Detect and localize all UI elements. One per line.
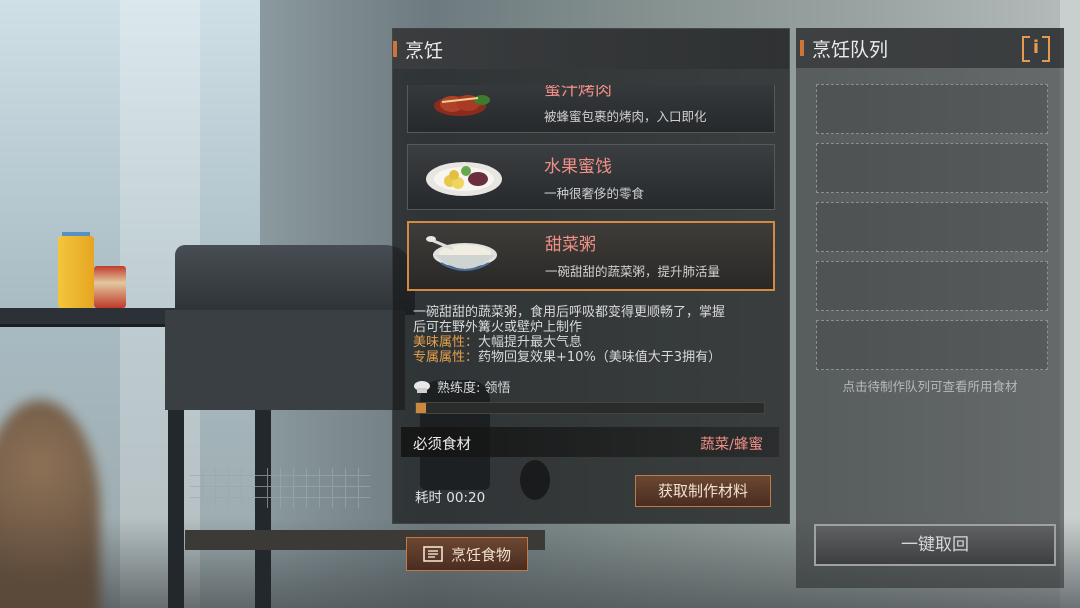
cooking-queue-panel: 烹饪队列 i 点击待制作队列可查看所用食材 一键取回	[796, 28, 1064, 588]
cooking-panel-title: 烹饪	[405, 40, 444, 62]
taste-attribute: 美味属性：大幅提升最大气息	[413, 335, 773, 350]
recipe-name: 蜜汁烤肉	[544, 85, 612, 100]
proficiency-progress-bar	[415, 402, 765, 414]
queue-slot[interactable]	[816, 202, 1048, 252]
taste-label: 美味属性：	[413, 335, 479, 350]
get-materials-button[interactable]: 获取制作材料	[635, 475, 771, 507]
header-accent-mark	[393, 41, 397, 57]
recipe-card-vegetable-porridge[interactable]: 甜菜粥 一碗甜甜的蔬菜粥，提升肺活量	[407, 221, 775, 291]
recipe-name: 水果蜜饯	[544, 157, 612, 177]
proficiency-text: 熟练度: 领悟	[437, 381, 511, 396]
detail-line: 一碗甜甜的蔬菜粥，食用后呼吸都变得更顺畅了，掌握	[413, 305, 726, 320]
queue-slot[interactable]	[816, 84, 1048, 134]
special-value: 药物回复效果+10%（美味值大于3拥有）	[478, 350, 722, 365]
recipe-detail: 一碗甜甜的蔬菜粥，食用后呼吸都变得更顺畅了，掌握 后可在野外篝火或壁炉上制作 美…	[413, 305, 773, 365]
special-label: 专属属性：	[413, 350, 479, 365]
queue-panel-header: 烹饪队列 i	[796, 28, 1064, 68]
info-icon[interactable]: i	[1022, 36, 1050, 62]
recipe-desc: 被蜂蜜包裹的烤肉，入口即化	[544, 109, 707, 124]
chef-hat-icon	[414, 380, 430, 393]
proficiency-row: 熟练度: 领悟	[413, 377, 511, 396]
queue-slot[interactable]	[816, 261, 1048, 311]
queue-slot[interactable]	[816, 320, 1048, 370]
background-juice-jug	[58, 236, 94, 308]
cook-food-label: 烹饪食物	[450, 545, 511, 564]
honey-roast-meat-icon	[434, 95, 490, 116]
recipe-name: 甜菜粥	[545, 235, 596, 255]
taste-value: 大幅提升最大气息	[478, 335, 583, 350]
header-accent-mark	[800, 40, 804, 56]
recipe-card-honey-roast[interactable]: 蜜汁烤肉 被蜂蜜包裹的烤肉，入口即化	[407, 85, 775, 133]
proficiency-progress-fill	[416, 403, 427, 413]
candied-fruit-icon	[426, 162, 502, 196]
cook-time: 耗时 00:20	[415, 490, 486, 506]
queue-panel-title: 烹饪队列	[812, 39, 889, 61]
queue-slot[interactable]	[816, 143, 1048, 193]
queue-hint: 点击待制作队列可查看所用食材	[842, 379, 1018, 394]
required-ingredients-row: 必须食材 蔬菜/蜂蜜	[401, 427, 779, 457]
recipe-list[interactable]: 蜜汁烤肉 被蜂蜜包裹的烤肉，入口即化 水果蜜饯 一种很奢侈的零食 甜菜粥 一碗甜…	[407, 85, 779, 319]
recipe-book-icon	[423, 546, 443, 562]
background-grill-lid	[175, 245, 415, 315]
vegetable-porridge-icon	[426, 236, 497, 271]
required-ingredients-label: 必须食材	[413, 437, 471, 453]
recipe-desc: 一碗甜甜的蔬菜粥，提升肺活量	[545, 264, 721, 279]
recall-all-button[interactable]: 一键取回	[814, 524, 1056, 566]
detail-line: 后可在野外篝火或壁炉上制作	[413, 320, 583, 335]
background-grill-body	[165, 310, 405, 410]
recipe-desc: 一种很奢侈的零食	[544, 186, 645, 201]
cooking-panel: 烹饪 蜜汁烤肉 被蜂蜜包裹的烤肉，入口即化 水果蜜饯 一种很奢侈的零食 甜菜粥 …	[392, 28, 790, 524]
required-ingredients-value: 蔬菜/蜂蜜	[700, 437, 763, 453]
recipe-card-candied-fruit[interactable]: 水果蜜饯 一种很奢侈的零食	[407, 144, 775, 210]
background-can	[94, 266, 126, 308]
cook-food-button[interactable]: 烹饪食物	[406, 537, 528, 571]
background-grill-rack	[190, 468, 370, 508]
special-attribute: 专属属性：药物回复效果+10%（美味值大于3拥有）	[413, 350, 773, 365]
cooking-panel-header: 烹饪	[393, 29, 789, 69]
